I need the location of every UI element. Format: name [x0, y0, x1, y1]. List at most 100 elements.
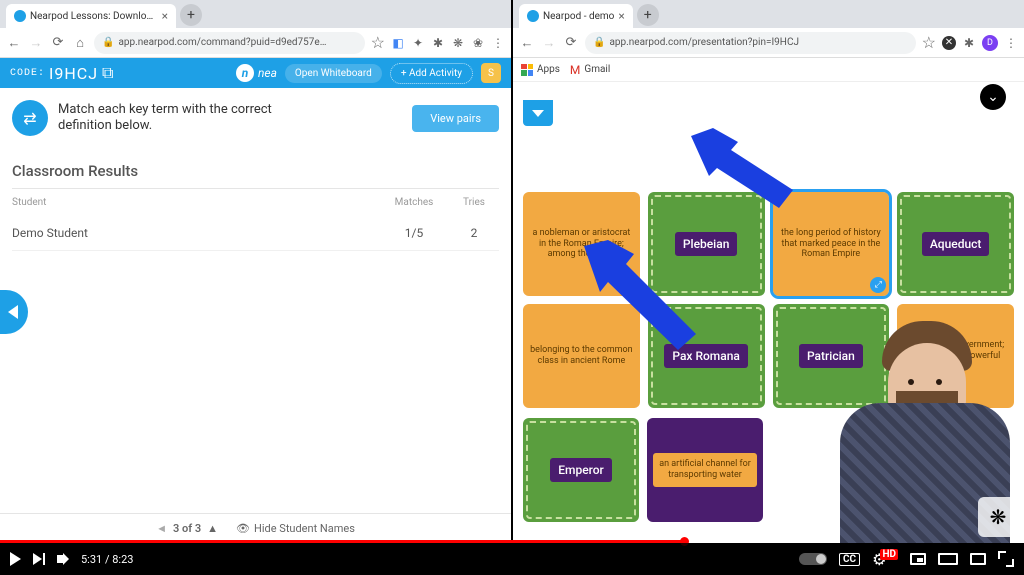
classroom-results: Classroom Results Student Matches Tries …	[12, 154, 499, 251]
bookmarks-bar: Apps M Gmail	[513, 58, 1024, 82]
ext-icon[interactable]: ✦	[411, 36, 425, 50]
puzzle-icon[interactable]: ✱	[962, 36, 976, 50]
slide-pager[interactable]: ◄ 3 of 3 ▲	[156, 522, 218, 535]
left-tab-title: Nearpod Lessons: Download r	[30, 11, 158, 22]
miniplayer-icon	[910, 553, 926, 565]
profile-icon[interactable]: D	[982, 35, 998, 51]
video-controls: 5:31 / 8:23 CC ⚙HD	[0, 543, 1024, 575]
left-url-text: app.nearpod.com/command?puid=d9ed757e…	[118, 37, 326, 48]
annotation-arrow-icon	[683, 128, 793, 208]
forward-icon: →	[541, 35, 557, 51]
menu-icon[interactable]: ⋮	[1004, 36, 1018, 50]
left-url-field[interactable]: 🔒 app.nearpod.com/command?puid=d9ed757e…	[94, 32, 365, 54]
theater-icon	[938, 553, 958, 565]
menu-icon[interactable]: ⋮	[491, 36, 505, 50]
left-url-bar: ← → ⟳ ⌂ 🔒 app.nearpod.com/command?puid=d…	[0, 28, 511, 58]
col-matches: Matches	[379, 197, 449, 208]
instruction-bar: ⇄ Match each key term with the correct d…	[12, 100, 499, 136]
close-icon[interactable]: ×	[618, 9, 624, 23]
open-link-icon[interactable]: ⧉	[102, 63, 114, 83]
left-browser-tab[interactable]: Nearpod Lessons: Download r ×	[6, 4, 176, 28]
results-title: Classroom Results	[12, 154, 499, 189]
right-tab-bar: Nearpod - demo × +	[513, 0, 1024, 28]
nearpod-logo: n nea	[236, 64, 277, 82]
play-button[interactable]	[10, 552, 21, 566]
open-whiteboard-button[interactable]: Open Whiteboard	[285, 64, 382, 83]
left-tab-bar: Nearpod Lessons: Download r × +	[0, 0, 511, 28]
apps-grid-icon	[521, 64, 533, 76]
ext-icon[interactable]: ❀	[471, 36, 485, 50]
left-extensions: ◧ ✦ ✱ ❋ ❀ ⋮	[391, 36, 505, 50]
reload-icon[interactable]: ⟳	[563, 35, 579, 50]
ext-icon[interactable]: ◧	[391, 36, 405, 50]
cast-icon	[970, 553, 986, 565]
nearpod-watermark-icon: ❋	[978, 497, 1018, 537]
term-card-emperor[interactable]: Emperor	[523, 418, 639, 522]
matching-icon: ⇄	[12, 100, 48, 136]
time-display: 5:31 / 8:23	[81, 553, 133, 566]
new-tab-button[interactable]: +	[637, 4, 659, 26]
student-name: Demo Student	[12, 226, 379, 240]
back-icon[interactable]: ←	[6, 35, 22, 51]
right-url-field[interactable]: 🔒 app.nearpod.com/presentation?pin=I9HCJ	[585, 32, 916, 54]
back-icon[interactable]: ←	[519, 35, 535, 51]
chevron-down-icon: ⌄	[987, 89, 999, 105]
right-url-bar: ← → ⟳ 🔒 app.nearpod.com/presentation?pin…	[513, 28, 1024, 58]
right-url-text: app.nearpod.com/presentation?pin=I9HCJ	[609, 37, 799, 48]
hide-names-toggle[interactable]: 👁 Hide Student Names	[236, 522, 355, 535]
fullscreen-icon	[998, 551, 1014, 567]
lock-icon: 🔒	[593, 37, 605, 48]
miniplayer-button[interactable]	[910, 553, 926, 565]
hd-badge: HD	[880, 549, 898, 560]
forward-icon: →	[28, 35, 44, 51]
student-tries: 2	[449, 226, 499, 240]
expand-toggle-button[interactable]: ⌄	[980, 84, 1006, 110]
play-icon	[10, 552, 21, 566]
teacher-footer: ◄ 3 of 3 ▲ 👁 Hide Student Names	[0, 513, 511, 543]
nearpod-favicon-icon	[527, 10, 539, 22]
definition-card-channel[interactable]: an artificial channel for transporting w…	[647, 418, 763, 522]
volume-button[interactable]	[57, 553, 69, 565]
captions-button[interactable]: CC	[839, 553, 860, 566]
home-icon[interactable]: ⌂	[72, 35, 88, 51]
theater-button[interactable]	[938, 553, 958, 565]
lock-icon: 🔒	[102, 37, 114, 48]
bookmark-gmail[interactable]: M Gmail	[570, 63, 610, 77]
star-icon[interactable]: ☆	[922, 33, 936, 52]
gmail-icon: M	[570, 63, 580, 77]
next-icon	[33, 553, 45, 565]
cast-button[interactable]	[970, 553, 986, 565]
right-tab-title: Nearpod - demo	[543, 11, 614, 22]
right-browser-tab[interactable]: Nearpod - demo ×	[519, 4, 633, 28]
reload-icon[interactable]: ⟳	[50, 35, 66, 50]
puzzle-icon[interactable]: ✱	[431, 36, 445, 50]
session-code[interactable]: CODE: I9HCJ ⧉	[10, 63, 114, 83]
chevron-up-icon[interactable]: ▲	[207, 522, 218, 535]
autoplay-toggle[interactable]	[799, 553, 827, 565]
settings-button[interactable]: ⚙HD	[872, 550, 898, 569]
nearpod-header: CODE: I9HCJ ⧉ n nea Open Whiteboard + Ad…	[0, 58, 511, 88]
add-activity-button[interactable]: + Add Activity	[390, 63, 473, 84]
ext-icon[interactable]: ❋	[451, 36, 465, 50]
matching-grid-row3: Emperor an artificial channel for transp…	[523, 418, 763, 522]
dropdown-tab-button[interactable]	[523, 100, 553, 126]
eye-off-icon: 👁	[236, 522, 250, 535]
nearpod-favicon-icon	[14, 10, 26, 22]
end-session-button[interactable]: S	[481, 63, 501, 83]
view-pairs-button[interactable]: View pairs	[412, 105, 499, 132]
results-row[interactable]: Demo Student 1/5 2	[12, 216, 499, 251]
next-button[interactable]	[33, 553, 45, 565]
ext-icon[interactable]: ✕	[942, 36, 956, 50]
chevron-left-icon[interactable]: ◄	[156, 522, 167, 535]
star-icon[interactable]: ☆	[371, 33, 385, 52]
cc-icon: CC	[839, 553, 860, 566]
annotation-arrow-icon	[578, 240, 698, 350]
collapse-panel-button[interactable]	[0, 290, 28, 334]
bookmark-apps[interactable]: Apps	[521, 64, 560, 76]
new-tab-button[interactable]: +	[180, 4, 202, 26]
fullscreen-button[interactable]	[998, 551, 1014, 567]
teacher-pane: Nearpod Lessons: Download r × + ← → ⟳ ⌂ …	[0, 0, 513, 543]
close-icon[interactable]: ×	[162, 9, 168, 23]
chevron-down-icon	[532, 110, 544, 117]
term-card-aqueduct[interactable]: Aqueduct	[897, 192, 1014, 296]
